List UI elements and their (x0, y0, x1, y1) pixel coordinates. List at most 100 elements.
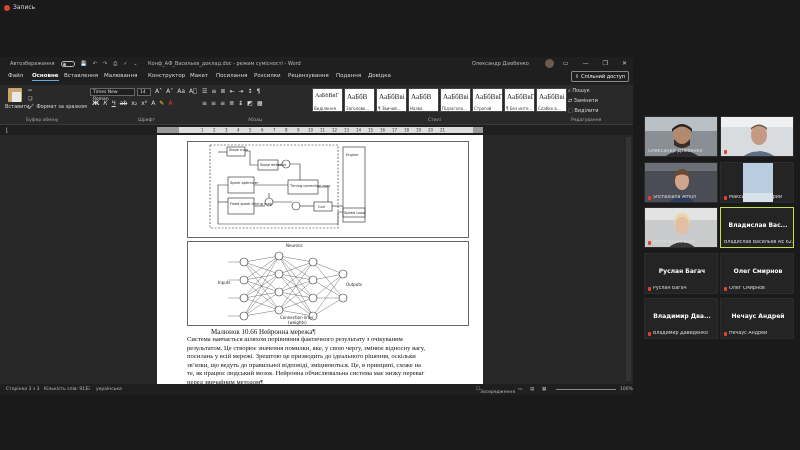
close-icon[interactable]: ✕ (622, 60, 627, 67)
tab-stop-icon[interactable]: ⌊ (6, 127, 8, 134)
zoom-level[interactable]: 100% (620, 387, 633, 392)
more-icon[interactable]: ⌄ (133, 61, 137, 67)
font-size-select[interactable]: 14 (137, 88, 151, 96)
participant-tile[interactable]: Максим Товстокорий (720, 162, 794, 203)
justify-icon[interactable]: ≣ (229, 100, 234, 107)
tab-10[interactable]: Довідка (368, 73, 391, 79)
multilevel-icon[interactable]: ≣ (220, 88, 225, 95)
align-right-icon[interactable]: ≡ (220, 100, 225, 107)
tab-4[interactable]: Конструктор (148, 73, 185, 79)
tab-9[interactable]: Подання (336, 73, 361, 79)
highlight-icon[interactable]: ✎ (159, 100, 164, 107)
tab-1[interactable]: Основне (32, 73, 59, 81)
undo-icon[interactable]: ↶ (93, 61, 97, 67)
participant-tile[interactable]: Владимир Два... Владимир Давиденко (644, 298, 718, 339)
participant-tile[interactable]: АННА Борисенко (644, 207, 718, 248)
shrink-font-icon[interactable]: A˅ (166, 88, 173, 95)
document-page[interactable]: Slope map Slope detector Spark optimizer… (157, 135, 483, 384)
participant-tile[interactable]: Руслан Багач Руслан Багач (644, 253, 718, 294)
style-card[interactable]: АаБбВ Назва (408, 88, 439, 112)
text-effects-icon[interactable]: A (151, 100, 155, 107)
change-case-icon[interactable]: Aa (177, 88, 185, 95)
strikethrough-icon[interactable]: ab (120, 100, 128, 107)
shading-icon[interactable]: ◩ (247, 100, 253, 107)
superscript-icon[interactable]: x² (141, 100, 147, 107)
paste-button[interactable]: Вставити (5, 104, 30, 110)
participant-tile[interactable]: Shchasiana Arhuh (644, 162, 718, 203)
account-avatar[interactable] (545, 59, 554, 68)
increase-indent-icon[interactable]: ⇥ (238, 88, 243, 95)
line-spacing-icon[interactable]: ↨ (238, 100, 243, 107)
participant-tile[interactable]: Олександр Дзюбенко (644, 116, 718, 157)
style-card[interactable]: АаБбВві Слабке в... (536, 88, 567, 112)
horizontal-ruler[interactable]: ⌊ 123 456 789 10 11 12 13 14 15 16 17 18 19 20 2… (0, 126, 633, 134)
participant-tile[interactable]: Олег Смирнов Олег Смирнов (720, 253, 794, 294)
underline-icon[interactable]: Ч (112, 100, 116, 107)
sort-icon[interactable]: ↕ (248, 88, 253, 95)
select-button[interactable]: ⬚ Виділити (568, 108, 598, 114)
ribbon-options-icon[interactable]: ▭ (563, 60, 569, 67)
style-card[interactable]: АаБбВвГ ¶ Без инте... (504, 88, 535, 112)
save-icon[interactable]: 💾 (81, 61, 87, 67)
style-card[interactable]: АаБбВвГ Строгий (472, 88, 503, 112)
print-icon[interactable]: ⎙ (113, 61, 117, 67)
web-layout-icon[interactable]: ▦ (542, 387, 546, 392)
tab-5[interactable]: Макет (190, 73, 208, 79)
account-name[interactable]: Олександр Дзюбенко (472, 61, 529, 67)
share-button[interactable]: ⇪ Спільний доступ (571, 71, 629, 82)
find-button[interactable]: ⌕ Пошук (568, 88, 598, 94)
page-count[interactable]: Сторінка 3 з 3 (6, 387, 39, 392)
figure-caption[interactable]: Малюнок 10.66 Нейронна мережа¶ (211, 328, 316, 336)
subscript-icon[interactable]: x₂ (131, 100, 137, 107)
minimize-icon[interactable]: — (583, 60, 589, 67)
style-card[interactable]: АаБбВ Заголово... (344, 88, 375, 112)
participant-tile[interactable]: ӘԹԿՃ ԶԽԾԲ ԹՔԽԽՃՆԽ (720, 116, 794, 157)
copy-button[interactable]: ❏ (28, 96, 32, 102)
document-canvas[interactable]: Slope map Slope detector Spark optimizer… (0, 135, 633, 384)
tab-8[interactable]: Рецензування (288, 73, 329, 79)
grow-font-icon[interactable]: A˄ (155, 88, 162, 95)
borders-icon[interactable]: ▦ (257, 100, 263, 107)
numbering-icon[interactable]: ≡ (211, 88, 216, 95)
clear-format-icon[interactable]: A⃠ (189, 88, 197, 95)
replace-button[interactable]: ⇄ Замінити (568, 98, 598, 104)
tab-2[interactable]: Вставлення (64, 73, 98, 79)
paste-icon[interactable] (8, 88, 22, 102)
participant-display-name: Олег Смирнов (733, 268, 783, 275)
align-center-icon[interactable]: ≡ (211, 100, 216, 107)
focus-mode[interactable]: ☐ Зосередження (476, 387, 515, 395)
decrease-indent-icon[interactable]: ⇤ (229, 88, 234, 95)
redo-icon[interactable]: ↷ (103, 61, 107, 67)
language-indicator[interactable]: українська (96, 387, 122, 392)
tab-6[interactable]: Посилання (216, 73, 248, 79)
style-card[interactable]: АаБбВвГ Виділення (312, 88, 343, 112)
font-name-select[interactable]: Times New Roman (90, 88, 135, 102)
style-sample: АаБбВвГ (475, 93, 503, 101)
italic-icon[interactable]: К (103, 100, 107, 107)
format-painter-button[interactable]: 🖌 Формат за зразком (28, 104, 87, 110)
participant-tile[interactable]: Владислав Вас... Владислав Васильев АЕ 62… (720, 207, 794, 248)
tab-7[interactable]: Розсилки (254, 73, 281, 79)
style-card[interactable]: АаБбВві ¶ Звичай... (376, 88, 407, 112)
participant-name: Владислав Васильев АЕ 62... (724, 240, 794, 245)
autosave-toggle[interactable] (60, 61, 75, 67)
body-paragraph[interactable]: Система навчається шляхом порівняння фак… (187, 336, 469, 384)
maximize-icon[interactable]: ❐ (603, 60, 608, 67)
tab-0[interactable]: Файл (8, 73, 23, 79)
bold-icon[interactable]: Ж (92, 100, 99, 107)
check-icon[interactable]: ✓ (123, 61, 127, 67)
pilcrow-icon[interactable]: ¶ (257, 88, 261, 95)
participant-tile[interactable]: Нечаус Андрей Нечаус Андрей (720, 298, 794, 339)
cut-button[interactable]: ✂ (28, 88, 32, 94)
proofing-icon[interactable]: ☷ (86, 387, 90, 392)
style-card[interactable]: АаБбВві Підзаголо... (440, 88, 471, 112)
read-mode-icon[interactable]: ▭ (518, 387, 522, 392)
zoom-slider[interactable] (556, 389, 616, 390)
word-count[interactable]: Кількість слів: 911 (44, 387, 88, 392)
print-layout-icon[interactable]: ▤ (530, 387, 534, 392)
align-left-icon[interactable]: ≡ (202, 100, 207, 107)
bullets-icon[interactable]: ☰ (202, 88, 207, 95)
font-color-icon[interactable]: A (168, 100, 172, 107)
tab-3[interactable]: Малювання (104, 73, 137, 79)
vertical-scrollbar[interactable] (626, 137, 631, 381)
